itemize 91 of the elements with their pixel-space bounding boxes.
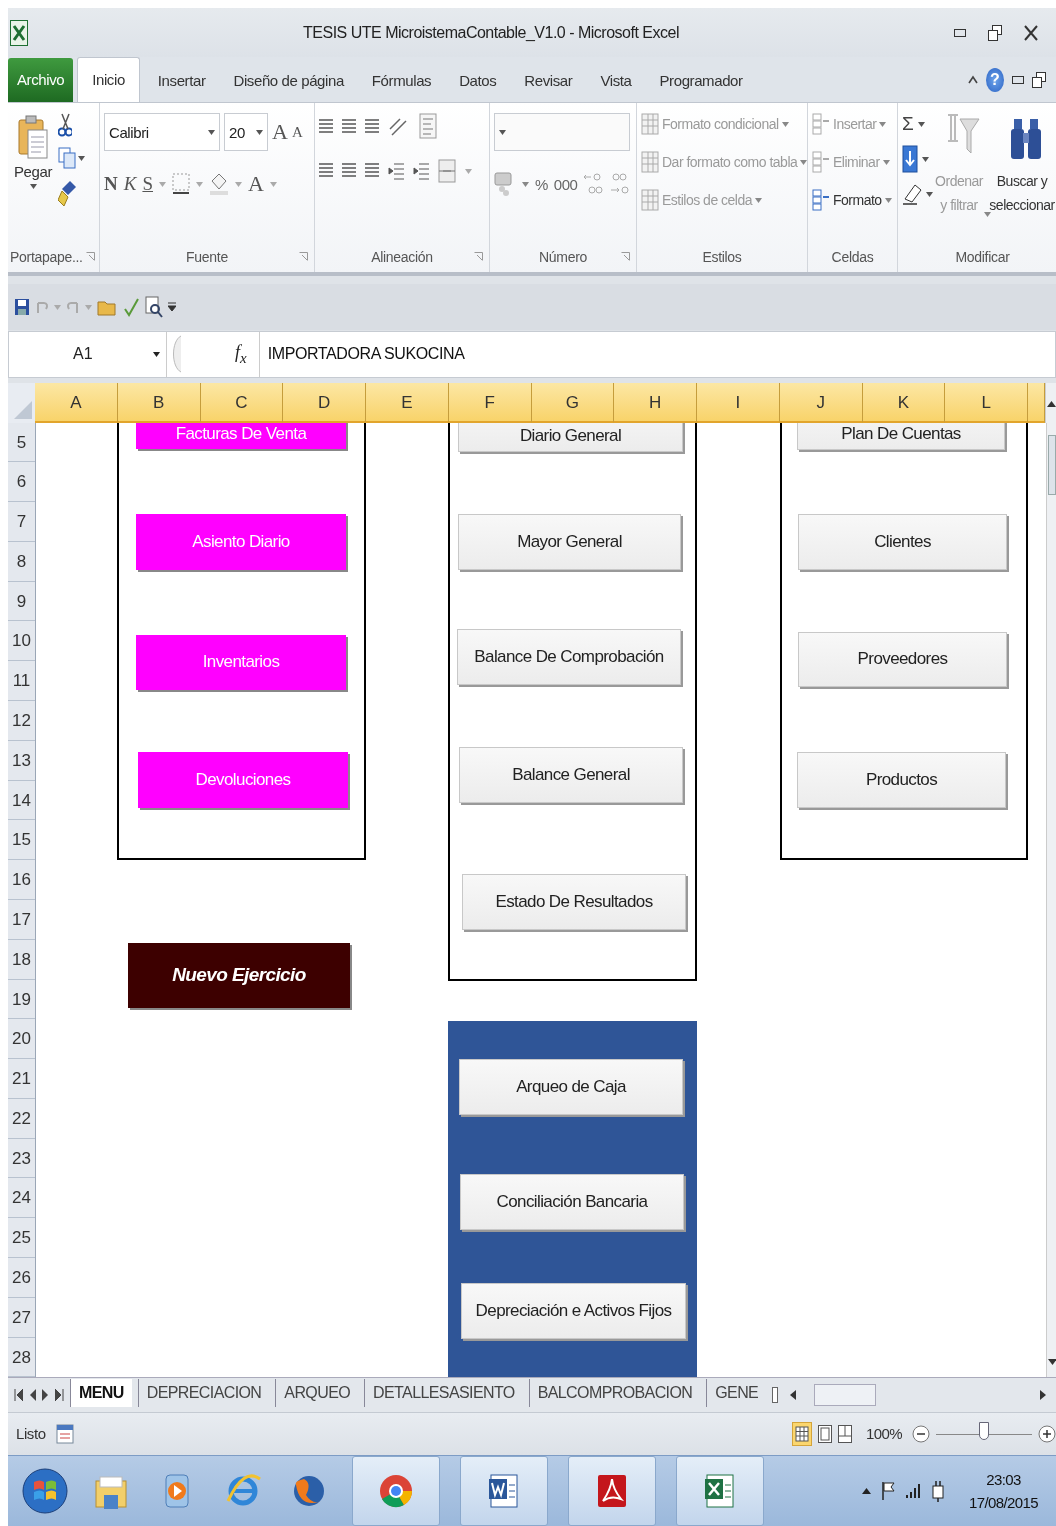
column-header[interactable]: L [945, 382, 1028, 423]
row-header[interactable]: 6 [8, 462, 35, 503]
command-button[interactable]: Formato [812, 189, 892, 212]
paste-button[interactable]: Pegar [12, 113, 55, 208]
row-header[interactable]: 25 [8, 1218, 35, 1258]
row-header[interactable]: 5 [8, 422, 35, 463]
row-header[interactable]: 23 [8, 1138, 35, 1179]
thousands-button[interactable]: 000 [553, 175, 578, 193]
percent-button[interactable]: % [535, 175, 548, 193]
italic-button[interactable]: K [123, 173, 137, 196]
sheet-button[interactable]: Depreciación e Activos Fijos [461, 1282, 686, 1339]
group-label: Estilos [702, 249, 742, 266]
row-header[interactable]: 17 [8, 899, 35, 940]
sheet-button[interactable]: Arqueo de Caja [459, 1058, 683, 1115]
sheet-tab[interactable]: BALCOMPROBACION [528, 1379, 701, 1408]
sheet-tab[interactable]: GENE [706, 1379, 767, 1408]
sheet-button[interactable]: Balance General [459, 746, 683, 803]
group-label: Celdas [831, 249, 874, 266]
column-header[interactable]: D [283, 382, 366, 423]
ribbon-tab[interactable]: Programador [645, 62, 757, 101]
sheet-button[interactable]: Clientes [798, 513, 1007, 570]
group-label: Alineación [371, 249, 433, 266]
sheet-tab[interactable]: MENU [70, 1379, 132, 1408]
column-header[interactable]: F [448, 382, 532, 423]
zoom-level[interactable]: 100% [866, 1425, 902, 1443]
row-header[interactable]: 22 [8, 1098, 35, 1139]
column-header[interactable]: J [779, 382, 863, 423]
ribbon-tab[interactable]: Vista [586, 62, 646, 101]
sheet-tab[interactable]: DETALLESASIENTO [364, 1379, 523, 1408]
row-header[interactable]: 13 [8, 740, 35, 781]
sheet-button[interactable]: Proveedores [798, 631, 1007, 687]
sheet-button[interactable]: Diario General [458, 422, 683, 452]
font-name-field[interactable]: Calibri [104, 113, 220, 152]
clock-time[interactable]: 23:03 [986, 1471, 1021, 1488]
sheet-button[interactable]: Plan De Cuentas [797, 422, 1005, 450]
formula-field[interactable]: IMPORTADORA SUKOCINA [258, 332, 1055, 377]
sheet-button[interactable]: Conciliación Bancaria [460, 1173, 684, 1230]
row-header[interactable]: 14 [8, 780, 35, 821]
status-text: Listo [16, 1425, 46, 1443]
sheet-button[interactable]: Nuevo Ejercicio [128, 942, 350, 1008]
row-header[interactable]: 19 [8, 979, 35, 1020]
row-header[interactable]: 27 [8, 1297, 35, 1338]
insert-function-button[interactable]: f$_{x}$ [235, 342, 247, 367]
row-header[interactable]: 9 [8, 581, 35, 622]
row-header[interactable]: 7 [8, 502, 35, 542]
row-header[interactable]: 10 [8, 621, 35, 662]
column-header[interactable]: C [200, 382, 284, 423]
ribbon-tab[interactable]: Fórmulas [357, 62, 446, 101]
row-header[interactable]: 8 [8, 541, 35, 582]
name-box[interactable]: A1 [9, 332, 167, 377]
group-label: Número [539, 249, 587, 266]
sheet-tab[interactable]: ARQUEO [275, 1379, 359, 1408]
group-label: Modificar [955, 249, 1010, 266]
row-header[interactable]: 21 [8, 1059, 35, 1099]
clock-date[interactable]: 17/08/2015 [968, 1494, 1038, 1511]
sheet-tab[interactable]: DEPRECIACION [137, 1379, 270, 1408]
ribbon-tab[interactable]: Datos [445, 62, 511, 101]
bold-button[interactable]: N [104, 173, 118, 196]
window-title: TESIS UTE MicroistemaContable_V1.0 - Microsoft Excel [302, 23, 680, 42]
column-header[interactable]: A [35, 382, 118, 423]
row-header[interactable]: 26 [8, 1258, 35, 1298]
row-header[interactable]: 15 [8, 820, 35, 861]
font-size-field[interactable]: 20 [224, 113, 268, 152]
row-header[interactable]: 24 [8, 1178, 35, 1219]
column-header[interactable]: K [862, 382, 946, 423]
sheet-button[interactable]: Mayor General [458, 513, 681, 570]
sheet-button[interactable]: Productos [797, 751, 1006, 808]
underline-button[interactable]: S [142, 173, 153, 196]
row-header[interactable]: 11 [8, 661, 35, 702]
sheet-button[interactable]: Balance De Comprobación [457, 628, 681, 685]
autosum-button[interactable]: Σ [902, 113, 914, 136]
column-header[interactable]: E [366, 382, 449, 423]
column-header[interactable]: I [697, 382, 780, 423]
ribbon-tab[interactable]: Diseño de página [219, 62, 358, 101]
row-header[interactable]: 16 [8, 860, 35, 900]
file-tab[interactable]: Archivo [8, 58, 74, 103]
grow-font-button[interactable]: A [272, 119, 288, 146]
group-label: Fuente [186, 249, 228, 266]
group-label: Portapape... [10, 249, 83, 266]
shrink-font-button[interactable]: A [291, 123, 303, 141]
ribbon-tab[interactable]: Insertar [143, 62, 220, 101]
row-header[interactable]: 18 [8, 939, 35, 980]
column-header[interactable]: B [117, 382, 201, 423]
column-header[interactable]: G [531, 382, 615, 423]
ribbon-tab[interactable]: Revisar [510, 62, 587, 101]
row-header[interactable]: 12 [8, 701, 35, 741]
font-color-button[interactable]: A [248, 171, 264, 198]
sheet-button[interactable]: Estado De Resultados [462, 873, 686, 930]
column-header[interactable]: H [614, 382, 697, 423]
row-header[interactable]: 20 [8, 1019, 35, 1060]
ribbon-tab[interactable]: Inicio [77, 57, 140, 103]
